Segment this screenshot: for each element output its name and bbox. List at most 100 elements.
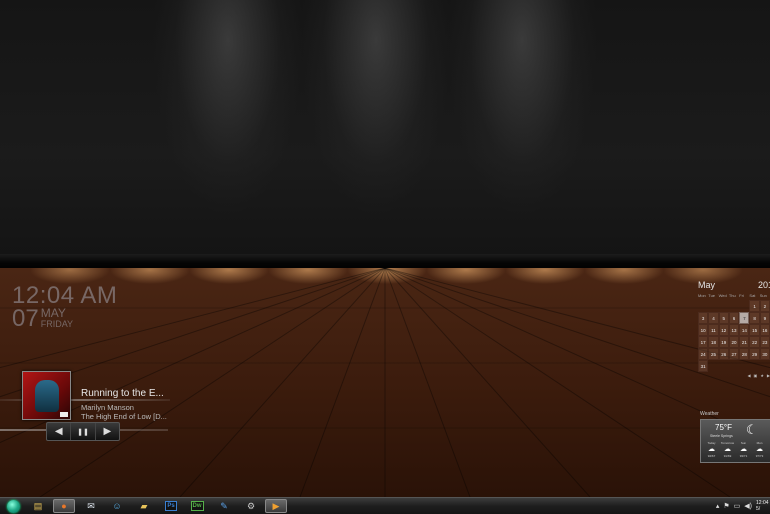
- calendar-year: 2010: [757, 280, 770, 290]
- calendar-day-cell[interactable]: 3: [698, 312, 709, 324]
- calendar-day-cell[interactable]: 19: [718, 336, 729, 348]
- cloud-icon: ☁: [724, 446, 731, 453]
- calendar-day-cell[interactable]: 23: [759, 336, 770, 348]
- previous-button[interactable]: ◀: [47, 423, 72, 440]
- cloud-icon: ☁: [756, 446, 763, 453]
- calendar-weekday-label: Fri: [739, 293, 744, 298]
- calendar-day-cell[interactable]: 11: [708, 324, 719, 336]
- weather-panel: 75°F ☾ Steele Springs Today ☁ 94/67 Tomorro…: [700, 419, 770, 463]
- taskbar-mail-button[interactable]: ✉: [80, 499, 102, 513]
- clock-day: 07: [12, 305, 39, 332]
- music-player-gadget[interactable]: Running to the E... Marilyn Manson The H…: [0, 370, 175, 441]
- calendar-weekday-label: Thu: [728, 293, 736, 298]
- windows-logo-icon: [6, 499, 20, 513]
- forecast-temp: 94/67: [707, 454, 716, 458]
- paint-tool-icon: ✎: [220, 500, 228, 511]
- calendar-day-cell[interactable]: 25: [708, 348, 719, 360]
- calendar-day-cell[interactable]: 7: [739, 312, 750, 324]
- taskbar-dreamweaver-button[interactable]: Dw: [186, 499, 208, 513]
- calendar-weekday-label: Wed: [718, 293, 727, 298]
- calendar-gadget[interactable]: May 2010 MonTueWedThuFriSatSun 123456789…: [698, 280, 770, 378]
- forecast-temp: 93/71: [739, 454, 748, 458]
- photoshop-icon: Ps: [165, 501, 177, 511]
- calendar-day-cell[interactable]: 24: [698, 348, 709, 360]
- calendar-day-cell[interactable]: 22: [749, 336, 760, 348]
- start-button[interactable]: [1, 498, 25, 514]
- calendar-day-cell[interactable]: 28: [739, 348, 750, 360]
- calendar-day-cell[interactable]: 27: [728, 348, 740, 360]
- clock-gadget[interactable]: 12:04 AM 07 MAY FRIDAY: [12, 283, 117, 331]
- calendar-day-cell[interactable]: 26: [718, 348, 729, 360]
- forecast-day: Sun ☁ 93/71: [736, 441, 751, 458]
- calendar-weekday-label: Mon: [698, 293, 706, 298]
- tray-clock[interactable]: 12:04 5/: [756, 500, 770, 512]
- calendar-day-cell[interactable]: 29: [749, 348, 760, 360]
- calendar-day-cell[interactable]: 14: [739, 324, 750, 336]
- taskbar-windows-explorer-button[interactable]: ▤: [27, 499, 49, 513]
- calendar-day-cell[interactable]: 2: [759, 300, 770, 312]
- flag-icon[interactable]: ⚑: [723, 502, 729, 510]
- calendar-weekday-row: Mon Tue Wed Thu Fri Sat Sun: [698, 293, 770, 298]
- clock-month-weekday: MAY FRIDAY: [41, 307, 73, 329]
- taskbar-folder-button[interactable]: ▰: [133, 499, 155, 513]
- clock-month: MAY: [40, 306, 66, 320]
- calendar-day-cell[interactable]: 30: [759, 348, 770, 360]
- calendar-day-cell[interactable]: 15: [749, 324, 760, 336]
- calendar-day-cell[interactable]: 31: [698, 360, 709, 372]
- calendar-empty-cell: [749, 360, 759, 370]
- calendar-day-cell[interactable]: 16: [759, 324, 770, 336]
- parental-advisory-badge: [60, 412, 68, 417]
- track-title: Running to the E...: [81, 388, 164, 399]
- calendar-empty-cell: [719, 360, 729, 370]
- calendar-home-icon[interactable]: ▣: [754, 373, 758, 378]
- network-icon[interactable]: ▭: [734, 502, 741, 510]
- calendar-day-cell[interactable]: 8: [749, 312, 760, 324]
- taskbar-paint-tool-button[interactable]: ✎: [213, 499, 235, 513]
- calendar-empty-cell: [729, 300, 739, 310]
- calendar-day-cell[interactable]: 17: [698, 336, 709, 348]
- calendar-day-cell[interactable]: 13: [728, 324, 740, 336]
- track-album: The High End of Low [D...: [81, 412, 167, 421]
- calendar-day-cell[interactable]: 20: [728, 336, 740, 348]
- taskbar-media-player-button[interactable]: ▶: [265, 499, 287, 513]
- tray-date: 5/: [756, 506, 761, 512]
- system-tray: ▴ ⚑ ▭ ◀) 12:04 5/: [716, 498, 770, 514]
- calendar-day-cell[interactable]: 4: [708, 312, 719, 324]
- calendar-weekday-label: Sat: [749, 293, 756, 298]
- calendar-empty-cell: [729, 360, 739, 370]
- calendar-day-cell[interactable]: 6: [728, 312, 740, 324]
- next-button[interactable]: ▶: [96, 423, 119, 440]
- calendar-day-cell[interactable]: 10: [698, 324, 709, 336]
- show-hidden-icons-icon[interactable]: ▴: [716, 502, 720, 510]
- calendar-weekday-label: Sun: [759, 293, 767, 298]
- calendar-day-cell[interactable]: 18: [708, 336, 719, 348]
- calendar-day-cell[interactable]: 1: [749, 300, 760, 312]
- taskbar: ▤ ● ✉ ☺ ▰ Ps Dw ✎ ⚙ ▶ ▴ ⚑ ▭ ◀) 12:04 5/: [0, 497, 770, 514]
- steam-icon: ⚙: [246, 500, 256, 511]
- calendar-grid: 1 2 3 4 5 6 7 8 9 10 11 12 13 14 15 16 17 18 19 20 21 22 23 24 2…: [698, 300, 770, 372]
- taskbar-messenger-button[interactable]: ☺: [106, 499, 128, 513]
- pause-button[interactable]: ❚❚: [71, 423, 96, 440]
- volume-icon[interactable]: ◀): [744, 502, 752, 510]
- calendar-day-cell[interactable]: 9: [759, 312, 770, 324]
- calendar-day-cell[interactable]: 21: [739, 336, 750, 348]
- taskbar-firefox-button[interactable]: ●: [53, 499, 75, 513]
- dreamweaver-icon: Dw: [190, 501, 204, 511]
- calendar-empty-cell: [719, 300, 729, 310]
- album-cover[interactable]: [22, 371, 71, 420]
- calendar-weekday-label: Tue: [708, 293, 716, 298]
- taskbar-steam-button[interactable]: ⚙: [240, 499, 262, 513]
- weather-gadget[interactable]: Weather 75°F ☾ Steele Springs Today ☁ 94/6…: [700, 411, 770, 463]
- moon-icon: ☾: [746, 422, 758, 437]
- taskbar-photoshop-button[interactable]: Ps: [160, 499, 182, 513]
- calendar-day-cell[interactable]: 5: [718, 312, 729, 324]
- calendar-month: May: [698, 280, 716, 290]
- messenger-icon: ☺: [112, 501, 122, 511]
- calendar-day-cell[interactable]: 12: [718, 324, 729, 336]
- calendar-prev-icon[interactable]: ◀: [747, 373, 750, 378]
- forecast-temp: 97/73: [755, 454, 764, 458]
- calendar-empty-cell: [739, 300, 749, 310]
- media-player-icon: ▶: [272, 500, 280, 511]
- firefox-icon: ●: [61, 501, 67, 511]
- calendar-star-icon[interactable]: ★: [760, 373, 764, 378]
